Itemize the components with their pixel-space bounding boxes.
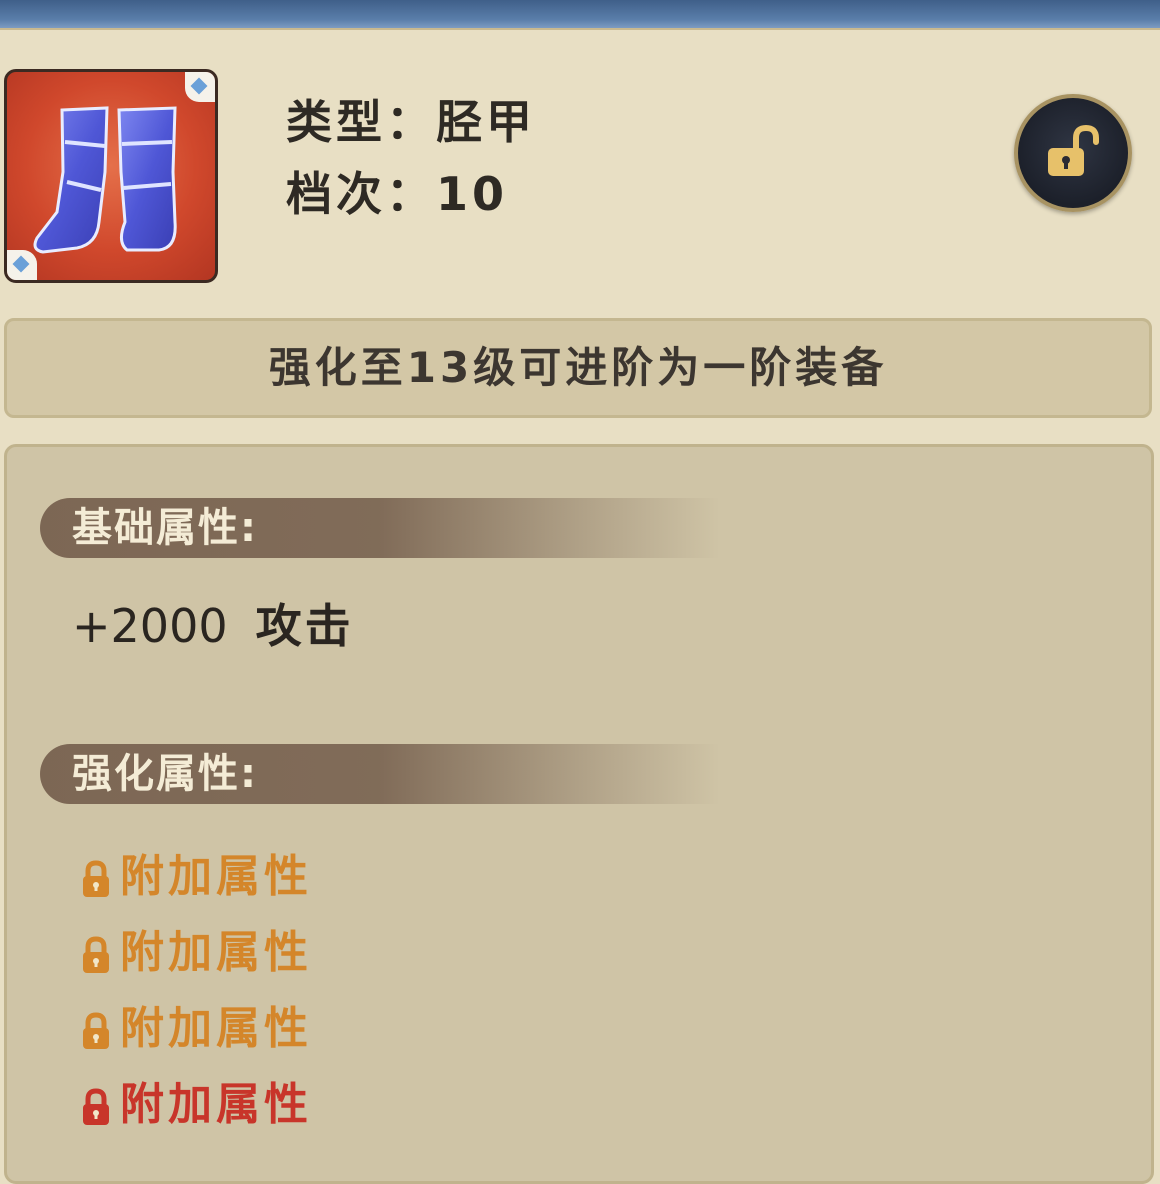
basic-attributes-header: 基础属性: — [40, 498, 720, 558]
enhance-attributes-title: 强化属性: — [72, 751, 258, 797]
basic-attributes-title: 基础属性: — [72, 505, 258, 551]
locked-attribute-row[interactable]: 附加属性 — [80, 992, 312, 1054]
item-grade-value: 10 — [436, 167, 509, 221]
attribute-label: 附加属性 — [120, 927, 312, 978]
item-title — [430, 0, 710, 24]
item-type: 类型：胫甲 — [286, 86, 536, 152]
stat-value: +2000 — [72, 599, 228, 653]
item-type-label: 类型： — [286, 95, 436, 149]
lock-toggle-button[interactable] — [1014, 94, 1132, 212]
item-icon-frame[interactable] — [4, 69, 218, 283]
boots-icon — [33, 106, 177, 254]
basic-stat-row: +2000 攻击 — [72, 590, 354, 656]
locked-attribute-row[interactable]: 附加属性 — [80, 916, 312, 978]
attribute-label: 附加属性 — [120, 851, 312, 902]
enhance-attributes-header: 强化属性: — [40, 744, 720, 804]
stat-name: 攻击 — [255, 599, 354, 653]
lock-icon — [83, 1012, 109, 1049]
attribute-label: 附加属性 — [120, 1079, 312, 1130]
item-type-value: 胫甲 — [436, 95, 536, 149]
lock-icon — [83, 936, 109, 973]
lock-icon — [83, 860, 109, 897]
item-grade: 档次：10 — [286, 158, 508, 224]
lock-icon — [83, 1088, 109, 1125]
locked-attribute-row[interactable]: 附加属性 — [80, 840, 312, 902]
title-banner — [0, 0, 1160, 30]
upgrade-tip: 强化至13级可进阶为一阶装备 — [4, 318, 1152, 418]
item-grade-label: 档次： — [286, 167, 436, 221]
unlock-icon — [1048, 124, 1099, 176]
attribute-label: 附加属性 — [120, 1003, 312, 1054]
locked-attribute-row[interactable]: 附加属性 — [80, 1068, 312, 1130]
